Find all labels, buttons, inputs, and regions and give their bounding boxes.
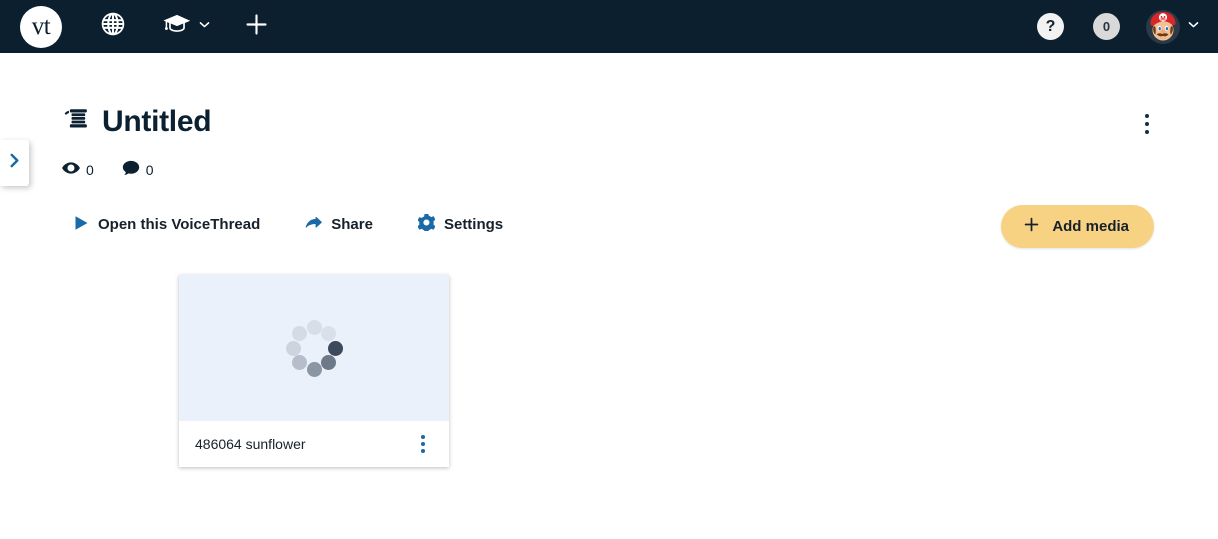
kebab-dot [1145, 130, 1149, 134]
chevron-right-icon [7, 152, 22, 174]
page-title-row: Untitled [62, 105, 212, 139]
spinner-dot [321, 355, 336, 370]
nav-right-group: ? 0 M [1037, 0, 1200, 53]
notifications-count: 0 [1102, 19, 1111, 34]
kebab-dot [1145, 122, 1149, 126]
notifications-badge[interactable]: 0 [1093, 13, 1120, 40]
globe-icon [100, 11, 126, 42]
graduation-cap-icon [162, 12, 192, 41]
chevron-down-icon [198, 18, 211, 36]
voicethread-logo[interactable]: vt [20, 5, 62, 48]
media-grid: 486064 sunflower [179, 275, 449, 467]
spinner-dot [285, 340, 301, 356]
help-icon: ? [1045, 17, 1056, 35]
play-icon [74, 215, 89, 235]
media-caption: 486064 sunflower [179, 421, 449, 467]
top-navigation-bar: vt ? 0 M [0, 0, 1218, 53]
spinner-dot [321, 326, 336, 341]
views-count: 0 [86, 161, 94, 178]
create-nav-button[interactable] [243, 0, 270, 53]
kebab-dot [421, 435, 425, 439]
plus-icon [243, 11, 270, 43]
spinner-dot [327, 340, 343, 356]
comment-icon [122, 160, 140, 179]
open-voicethread-link[interactable]: Open this VoiceThread [74, 215, 260, 235]
nav-left-group: vt [0, 0, 270, 53]
spinner-dot [292, 326, 307, 341]
spinner-dot [306, 361, 322, 377]
gear-icon [417, 214, 436, 235]
add-media-label: Add media [1052, 218, 1129, 235]
share-label: Share [331, 216, 373, 233]
eye-icon [62, 161, 80, 178]
avatar: M [1146, 9, 1180, 44]
loading-spinner [282, 316, 346, 380]
actions-row: Open this VoiceThread Share Settings [74, 214, 503, 235]
account-menu-button[interactable]: M [1146, 9, 1200, 44]
globe-nav-button[interactable] [100, 0, 126, 53]
media-card[interactable]: 486064 sunflower [179, 275, 449, 467]
media-title: 486064 sunflower [195, 436, 306, 452]
open-voicethread-label: Open this VoiceThread [98, 216, 261, 233]
stats-row: 0 0 [62, 160, 154, 179]
share-icon [305, 215, 323, 234]
spinner-dot [292, 355, 307, 370]
svg-text:M: M [1160, 15, 1165, 22]
settings-label: Settings [443, 216, 504, 233]
page-content: Untitled 0 0 Open this VoiceThread Share… [0, 53, 1218, 539]
add-media-button[interactable]: Add media [1001, 205, 1154, 248]
comments-stat: 0 [122, 160, 154, 179]
help-button[interactable]: ? [1037, 13, 1064, 40]
views-stat: 0 [62, 161, 94, 178]
sidebar-expand-toggle[interactable] [0, 140, 29, 186]
page-more-options-button[interactable] [1134, 109, 1160, 139]
comments-count: 0 [145, 161, 154, 178]
plus-icon [1022, 215, 1041, 238]
spinner-dot [306, 319, 322, 335]
settings-link[interactable]: Settings [417, 214, 504, 235]
media-thumbnail[interactable] [179, 275, 449, 421]
page-title: Untitled [102, 105, 212, 138]
chevron-down-icon [1187, 18, 1200, 36]
voicethread-logo-text: vt [31, 12, 51, 40]
kebab-dot [1145, 114, 1149, 118]
kebab-dot [421, 449, 425, 453]
media-options-button[interactable] [413, 431, 433, 457]
kebab-dot [421, 442, 425, 446]
spool-icon [62, 105, 91, 139]
share-link[interactable]: Share [305, 215, 373, 234]
courses-nav-button[interactable] [162, 0, 211, 53]
